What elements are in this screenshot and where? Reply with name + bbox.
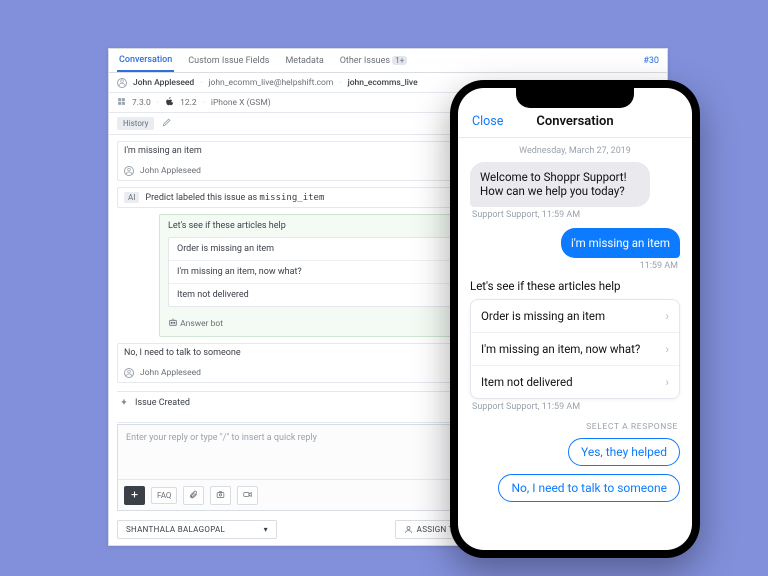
article-row[interactable]: Item not delivered› (471, 365, 679, 398)
date-header: Wednesday, March 27, 2019 (470, 146, 680, 156)
article-row[interactable]: I'm missing an item, now what?› (471, 332, 679, 365)
phone-conversation: Wednesday, March 27, 2019 Welcome to Sho… (458, 138, 692, 550)
user-message: i'm missing an item (561, 228, 680, 258)
message-stamp: Support Support, 11:59 AM (472, 402, 678, 412)
chevron-right-icon: › (665, 309, 669, 323)
ticket-id: #30 (643, 56, 659, 66)
attach-button[interactable] (183, 486, 204, 505)
camera-button[interactable] (210, 486, 231, 505)
phone-notch (516, 88, 634, 108)
person-icon (124, 166, 134, 176)
person-icon (117, 78, 127, 88)
message-author: John Appleseed (140, 368, 201, 378)
select-response-label: SELECT A RESPONSE (472, 422, 678, 432)
message-stamp: Support Support, 11:59 AM (472, 210, 678, 220)
tab-other-issues[interactable]: Other Issues 1+ (338, 49, 410, 72)
message-author: John Appleseed (140, 166, 201, 176)
ai-predict-text: Predict labeled this issue as missing_it… (145, 193, 324, 203)
app-version: 7.3.0 (132, 98, 151, 108)
phone-mockup: Close Conversation Wednesday, March 27, … (450, 80, 700, 558)
person-icon (404, 525, 413, 534)
tab-conversation[interactable]: Conversation (117, 49, 174, 72)
bot-icon (168, 317, 178, 330)
chevron-right-icon: › (665, 375, 669, 389)
tab-metadata[interactable]: Metadata (283, 49, 325, 72)
apple-icon (165, 97, 174, 109)
bot-label: Answer bot (180, 319, 223, 329)
video-button[interactable] (237, 486, 258, 505)
assignee-select[interactable]: SHANTHALA BALAGOPAL ▾ (117, 520, 277, 539)
other-issues-count-badge: 1+ (392, 56, 407, 65)
device-model: iPhone X (GSM) (211, 98, 271, 108)
requester-email[interactable]: john_ecomm_live@helpshift.com (208, 78, 333, 88)
ai-badge: AI (124, 192, 139, 203)
response-no-button[interactable]: No, I need to talk to someone (498, 474, 680, 502)
faq-button[interactable]: FAQ (151, 487, 177, 504)
history-chip[interactable]: History (117, 117, 154, 130)
close-button[interactable]: Close (472, 114, 503, 129)
person-icon (124, 368, 134, 378)
message-stamp: 11:59 AM (472, 261, 678, 271)
plus-icon: + (119, 398, 129, 408)
dashboard-tabs: Conversation Custom Issue Fields Metadat… (109, 49, 667, 73)
chevron-right-icon: › (665, 342, 669, 356)
chevron-down-icon: ▾ (264, 525, 268, 534)
requester-app: john_ecomms_live (348, 78, 418, 88)
edit-icon[interactable] (162, 117, 172, 130)
article-row[interactable]: Order is missing an item› (471, 300, 679, 332)
os-version: 12.2 (180, 98, 197, 108)
grid-icon (117, 97, 126, 109)
tab-other-issues-label: Other Issues (340, 56, 390, 66)
requester-name[interactable]: John Appleseed (133, 78, 194, 88)
response-yes-button[interactable]: Yes, they helped (568, 438, 680, 466)
bot-message: Welcome to Shoppr Support! How can we he… (470, 162, 650, 207)
tab-custom-issue-fields[interactable]: Custom Issue Fields (186, 49, 271, 72)
help-headline: Let's see if these articles help (470, 279, 680, 293)
add-suggestion-button[interactable] (124, 486, 145, 505)
help-articles-card: Order is missing an item› I'm missing an… (470, 299, 680, 399)
